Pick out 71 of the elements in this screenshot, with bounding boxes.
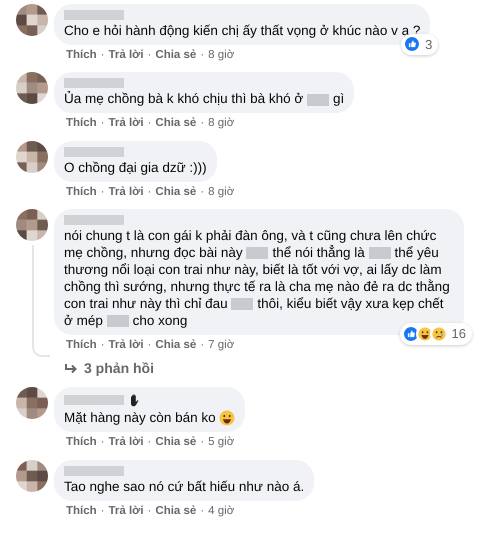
view-replies-link[interactable]: 3 phản hồi [54,358,464,379]
avatar[interactable] [16,4,48,36]
redaction-block [307,94,330,106]
comment-action-link[interactable]: Thích [66,184,97,201]
redaction-block [106,315,129,328]
comment-action-link[interactable]: Chia sẻ [155,47,196,64]
comment-action-link[interactable]: Chia sẻ [155,336,196,354]
separator-dot: · [148,435,152,450]
comment-time[interactable]: 8 giờ [208,47,234,64]
comment-action-link[interactable]: Thích [66,336,97,354]
comment-action-link[interactable]: Trả lời [108,47,144,64]
hidden-author-name [64,146,124,156]
separator-dot: · [100,116,105,132]
laughing-emoji-icon [219,410,236,426]
reply-arrow-icon [64,362,78,374]
reaction-summary[interactable]: 16 [400,323,472,345]
hidden-author-name [64,10,124,20]
like-icon [403,35,422,54]
comment-action-link[interactable]: Chia sẻ [155,434,196,452]
separator-dot: · [148,48,152,63]
comment-text: Ủa mẹ chồng bà k khó chịu thì bà khó ở gì [64,90,344,108]
hidden-author-name [64,466,124,476]
separator-dot: · [148,184,152,200]
redaction-block [231,298,254,310]
avatar[interactable] [16,208,48,241]
comment-action-link[interactable]: Trả lời [108,184,144,201]
comment-action-link[interactable]: Thích [66,115,97,132]
separator-dot: · [200,435,204,450]
redaction-block [368,247,391,260]
comment-text: O chồng đại gia dzữ :))) [64,158,207,176]
comment-action-link[interactable]: Trả lời [108,434,144,452]
reaction-count: 3 [424,36,434,54]
hidden-author-name [64,214,124,225]
comment-time[interactable]: 8 giờ [208,184,234,201]
separator-dot: · [200,184,204,200]
separator-dot: · [148,338,152,353]
separator-dot: · [200,338,204,353]
comment-action-link[interactable]: Thích [66,502,97,520]
comment-action-link[interactable]: Chia sẻ [155,115,196,132]
avatar[interactable] [16,387,48,419]
sad-face-icon [430,325,448,343]
reaction-count: 16 [450,325,467,344]
separator-dot: · [100,435,105,450]
separator-dot: · [200,504,204,519]
separator-dot: · [200,48,204,63]
separator-dot: · [100,504,105,519]
comment-action-link[interactable]: Trả lời [108,115,144,132]
comment-time[interactable]: 7 giờ [208,336,234,354]
comment-action-link[interactable]: Chia sẻ [155,502,196,520]
avatar[interactable] [16,140,48,172]
avatar[interactable] [16,72,48,104]
comment-text: Tao nghe sao nó cứ bất hiếu như nào á. [64,478,304,495]
redaction-block [246,247,268,260]
separator-dot: · [100,48,105,63]
hidden-author-name [64,78,124,88]
separator-dot: · [148,116,152,132]
separator-dot: · [100,338,105,353]
comment-action-link[interactable]: Thích [66,47,97,64]
separator-dot: · [148,504,152,519]
comment-time[interactable]: 5 giờ [208,434,234,452]
comment-text: Mặt hàng này còn bán ko [64,409,236,426]
hidden-author-name [64,395,124,405]
separator-dot: · [200,116,204,132]
comment-action-link[interactable]: Trả lời [108,336,144,354]
comment-action-link[interactable]: Thích [66,434,97,452]
avatar[interactable] [16,460,48,492]
comment-action-link[interactable]: Trả lời [108,502,144,520]
separator-dot: · [100,184,105,200]
comment-action-link[interactable]: Chia sẻ [155,184,196,201]
comment-time[interactable]: 8 giờ [208,115,234,132]
comment-time[interactable]: 4 giờ [208,502,234,520]
